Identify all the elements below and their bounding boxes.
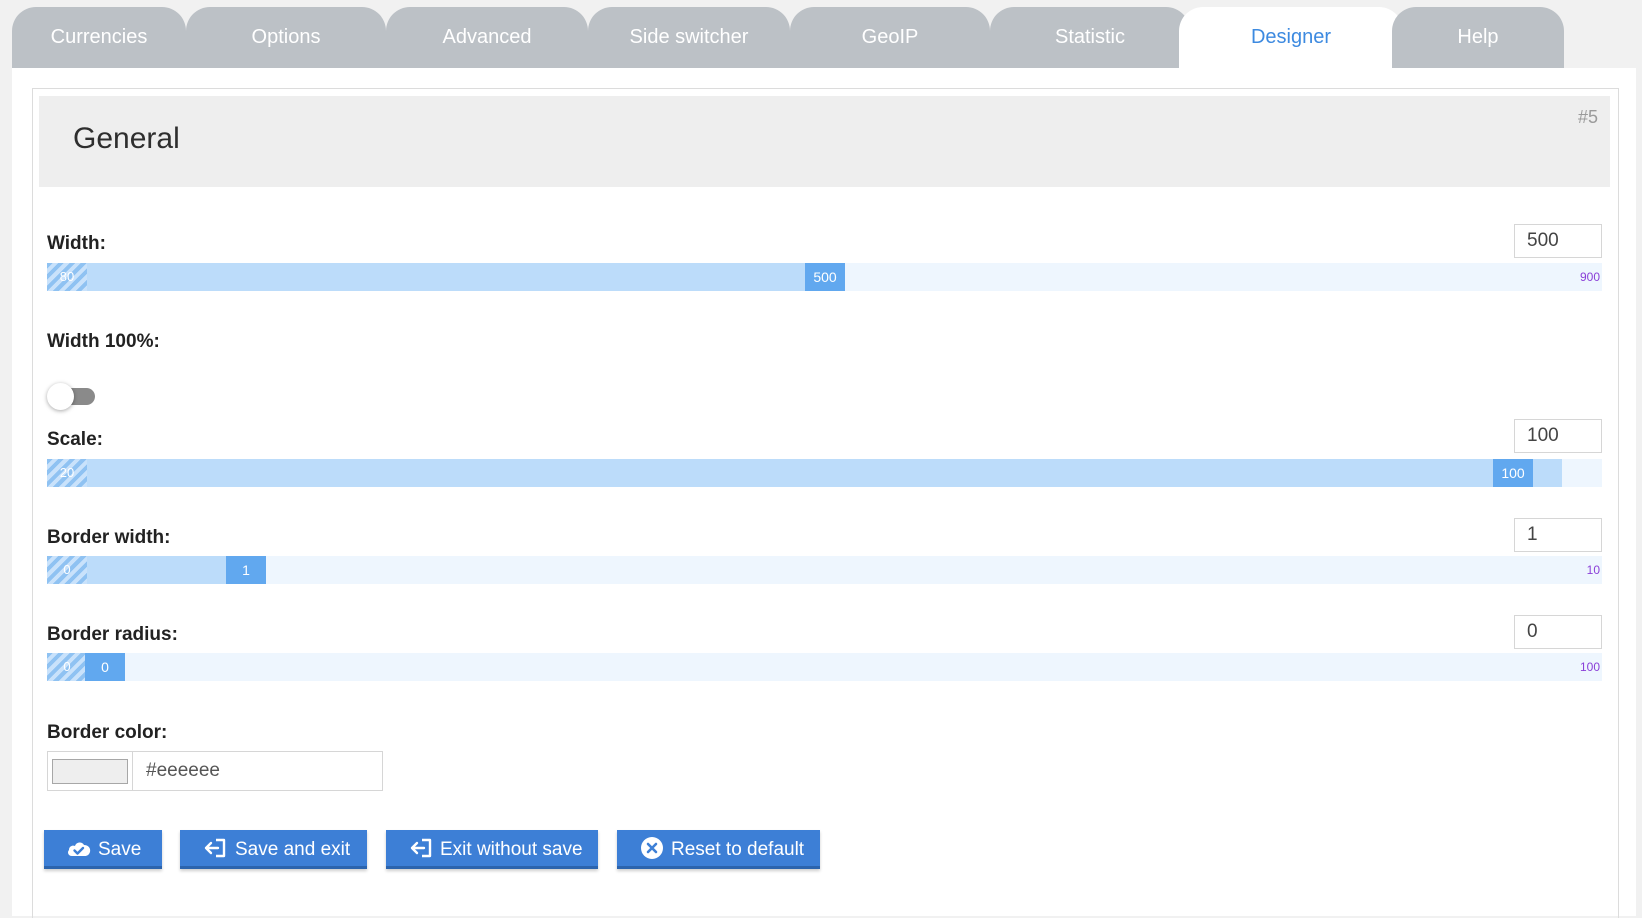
save-and-exit-button[interactable]: Save and exit bbox=[180, 830, 367, 869]
tab-bar: Currencies Options Advanced Side switche… bbox=[12, 7, 1636, 69]
width-full-label: Width 100%: bbox=[47, 331, 160, 352]
toggle-knob bbox=[47, 383, 74, 410]
section-number: #5 bbox=[1577, 107, 1598, 127]
border-color-label: Border color: bbox=[47, 722, 168, 743]
reset-to-default-label: Reset to default bbox=[671, 839, 805, 860]
tab-side-switcher[interactable]: Side switcher bbox=[588, 7, 790, 68]
tab-statistic[interactable]: Statistic bbox=[990, 7, 1190, 68]
scale-slider-fill bbox=[47, 459, 1562, 487]
tab-help[interactable]: Help bbox=[1392, 7, 1564, 68]
tab-advanced[interactable]: Advanced bbox=[386, 7, 588, 68]
border-width-input[interactable]: 1 bbox=[1514, 518, 1602, 552]
close-circle-icon bbox=[640, 830, 664, 866]
width-input[interactable]: 500 bbox=[1514, 224, 1602, 258]
tab-options[interactable]: Options bbox=[186, 7, 386, 68]
settings-frame bbox=[32, 88, 1619, 918]
width-slider-handle[interactable]: 500 bbox=[805, 263, 845, 291]
exit-icon bbox=[203, 830, 227, 866]
border-radius-input[interactable]: 0 bbox=[1514, 615, 1602, 649]
scale-slider-min: 20 bbox=[47, 459, 87, 487]
width-slider-min: 80 bbox=[47, 263, 87, 291]
border-radius-slider[interactable]: 0 0 100 bbox=[47, 653, 1602, 681]
designer-panel: General #5 Width: 500 80 500 900 Width 1… bbox=[12, 68, 1636, 918]
border-width-slider-handle[interactable]: 1 bbox=[226, 556, 266, 584]
border-radius-slider-min: 0 bbox=[47, 653, 87, 681]
color-swatch-button[interactable] bbox=[48, 752, 133, 790]
border-width-slider-min: 0 bbox=[47, 556, 87, 584]
scale-slider-handle[interactable]: 100 bbox=[1493, 459, 1533, 487]
tab-geoip[interactable]: GeoIP bbox=[790, 7, 990, 68]
save-button-label: Save bbox=[98, 839, 142, 860]
border-color-input[interactable]: #eeeeee bbox=[134, 752, 382, 790]
tab-currencies[interactable]: Currencies bbox=[12, 7, 186, 68]
border-radius-label: Border radius: bbox=[47, 624, 178, 645]
width-slider[interactable]: 80 500 900 bbox=[47, 263, 1602, 291]
border-width-label: Border width: bbox=[47, 527, 171, 548]
width-slider-max: 900 bbox=[1579, 270, 1600, 284]
scale-slider[interactable]: 20 100 bbox=[47, 459, 1602, 487]
scale-input[interactable]: 100 bbox=[1514, 419, 1602, 453]
section-title: General bbox=[73, 122, 180, 155]
exit-without-save-button[interactable]: Exit without save bbox=[386, 830, 598, 869]
exit-without-save-label: Exit without save bbox=[440, 839, 583, 860]
border-color-picker: #eeeeee bbox=[47, 751, 383, 791]
width-label: Width: bbox=[47, 233, 106, 254]
width-slider-fill bbox=[47, 263, 844, 291]
border-width-slider-max: 10 bbox=[1586, 563, 1600, 577]
save-button[interactable]: Save bbox=[44, 830, 162, 869]
save-and-exit-label: Save and exit bbox=[235, 839, 351, 860]
border-radius-slider-max: 100 bbox=[1579, 660, 1600, 674]
scale-label: Scale: bbox=[47, 429, 103, 450]
border-radius-slider-handle[interactable]: 0 bbox=[85, 653, 125, 681]
cloud-check-icon bbox=[66, 830, 92, 866]
reset-to-default-button[interactable]: Reset to default bbox=[617, 830, 820, 869]
width-full-toggle[interactable] bbox=[47, 382, 97, 410]
color-swatch bbox=[52, 759, 128, 784]
section-header: General #5 bbox=[39, 96, 1610, 187]
exit-icon bbox=[409, 830, 433, 866]
border-width-slider[interactable]: 0 1 10 bbox=[47, 556, 1602, 584]
tab-designer[interactable]: Designer bbox=[1179, 7, 1403, 69]
